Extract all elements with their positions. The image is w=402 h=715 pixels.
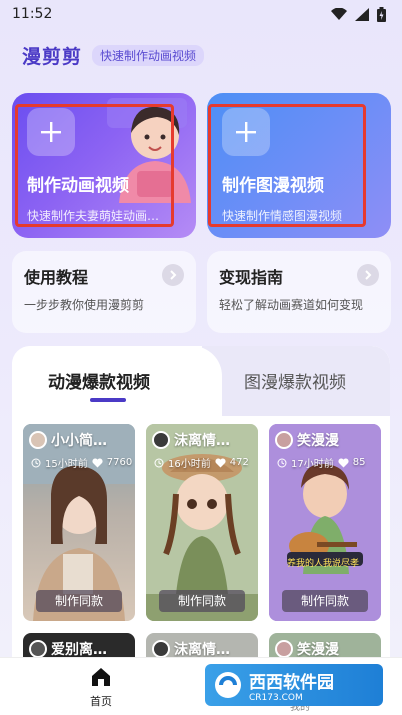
video-likes: 472 [229, 457, 249, 468]
clock-icon [277, 458, 287, 467]
video-author: 小小简… [29, 430, 107, 450]
make-same-button[interactable]: 制作同款 [282, 590, 368, 612]
status-bar: 11:52 [0, 0, 402, 28]
author-name: 爱别离… [51, 642, 107, 658]
avatar [275, 640, 293, 658]
video-likes: 85 [352, 457, 366, 468]
author-name: 小小简… [51, 433, 107, 449]
plus-icon [41, 122, 61, 142]
signal-icon [355, 7, 369, 21]
nav-home[interactable]: 首页 [84, 666, 118, 709]
heart-icon [92, 457, 103, 467]
video-time: 16小时前 [168, 459, 211, 470]
logo-icon [215, 672, 241, 698]
video-meta: 16小时前 472 [154, 455, 249, 470]
video-meta: 15小时前 7760 [31, 455, 132, 470]
video-author: 沫离情… [152, 430, 230, 450]
plus-icon [236, 122, 256, 142]
chevron-right-icon [162, 264, 184, 286]
wifi-icon [331, 8, 347, 20]
tutorial-subtitle: 一步步教你使用漫剪剪 [24, 298, 145, 312]
active-tab-indicator [90, 398, 126, 402]
monetize-guide-subtitle: 轻松了解动画赛道如何变现 [219, 298, 364, 312]
create-animation-title: 制作动画视频 [27, 176, 129, 196]
video-meta: 17小时前 85 [277, 455, 365, 470]
app-title: 漫剪剪 [22, 46, 83, 68]
make-same-button[interactable]: 制作同款 [36, 590, 122, 612]
status-icons [331, 6, 386, 22]
plus-icon-box [222, 108, 270, 156]
clock-icon [31, 458, 41, 467]
author-name: 沫离情… [174, 433, 230, 449]
video-time: 15小时前 [45, 459, 88, 470]
battery-icon [377, 6, 386, 22]
plus-icon-box [27, 108, 75, 156]
video-author: 沫离情… [152, 639, 230, 659]
app-tagline: 快速制作动画视频 [92, 45, 205, 66]
watermark-logo: 西西软件园 CR173.COM [205, 664, 383, 706]
avatar [29, 431, 47, 449]
tutorial-card[interactable]: 使用教程 一步步教你使用漫剪剪 [12, 251, 196, 333]
watermark-brand: 西西软件园 [249, 672, 334, 693]
video-card[interactable]: 笑漫漫 17小时前 85 养我的人我说尽孝 制作同款 [269, 424, 381, 621]
video-caption: 养我的人我说尽孝 [287, 559, 360, 569]
create-comic-title: 制作图漫视频 [222, 176, 324, 196]
monetize-guide-title: 变现指南 [219, 268, 284, 287]
home-icon [92, 668, 110, 686]
avatar [152, 640, 170, 658]
tab-anime-videos[interactable]: 动漫爆款视频 [48, 368, 150, 393]
video-author: 爱别离… [29, 639, 107, 659]
avatar [275, 431, 293, 449]
video-author: 笑漫漫 [275, 430, 339, 450]
video-author: 笑漫漫 [275, 639, 339, 659]
create-comic-card[interactable]: 制作图漫视频 快速制作情感图漫视频 [207, 93, 391, 238]
make-same-button[interactable]: 制作同款 [159, 590, 245, 612]
watermark-url: CR173.COM [249, 692, 303, 703]
status-time: 11:52 [12, 6, 53, 22]
create-comic-subtitle: 快速制作情感图漫视频 [222, 209, 343, 223]
monetize-guide-card[interactable]: 变现指南 轻松了解动画赛道如何变现 [207, 251, 391, 333]
tutorial-title: 使用教程 [24, 268, 89, 287]
video-card[interactable]: 沫离情… 16小时前 472 制作同款 [146, 424, 258, 621]
create-animation-subtitle: 快速制作夫妻萌娃动画… [27, 209, 160, 223]
clock-icon [154, 458, 164, 467]
video-card[interactable]: 小小简… 15小时前 7760 制作同款 [23, 424, 135, 621]
video-time: 17小时前 [291, 459, 334, 470]
app-header: 漫剪剪 快速制作动画视频 [22, 42, 205, 69]
video-likes: 7760 [106, 457, 133, 468]
avatar [152, 431, 170, 449]
author-name: 笑漫漫 [297, 433, 339, 449]
avatar [29, 640, 47, 658]
author-name: 笑漫漫 [297, 642, 339, 658]
chevron-right-icon [357, 264, 379, 286]
heart-icon [338, 457, 349, 467]
author-name: 沫离情… [174, 642, 230, 658]
create-animation-card[interactable]: 制作动画视频 快速制作夫妻萌娃动画… [12, 93, 196, 238]
heart-icon [215, 457, 226, 467]
tab-comic-videos[interactable]: 图漫爆款视频 [244, 368, 346, 393]
nav-home-label: 首页 [90, 695, 112, 708]
